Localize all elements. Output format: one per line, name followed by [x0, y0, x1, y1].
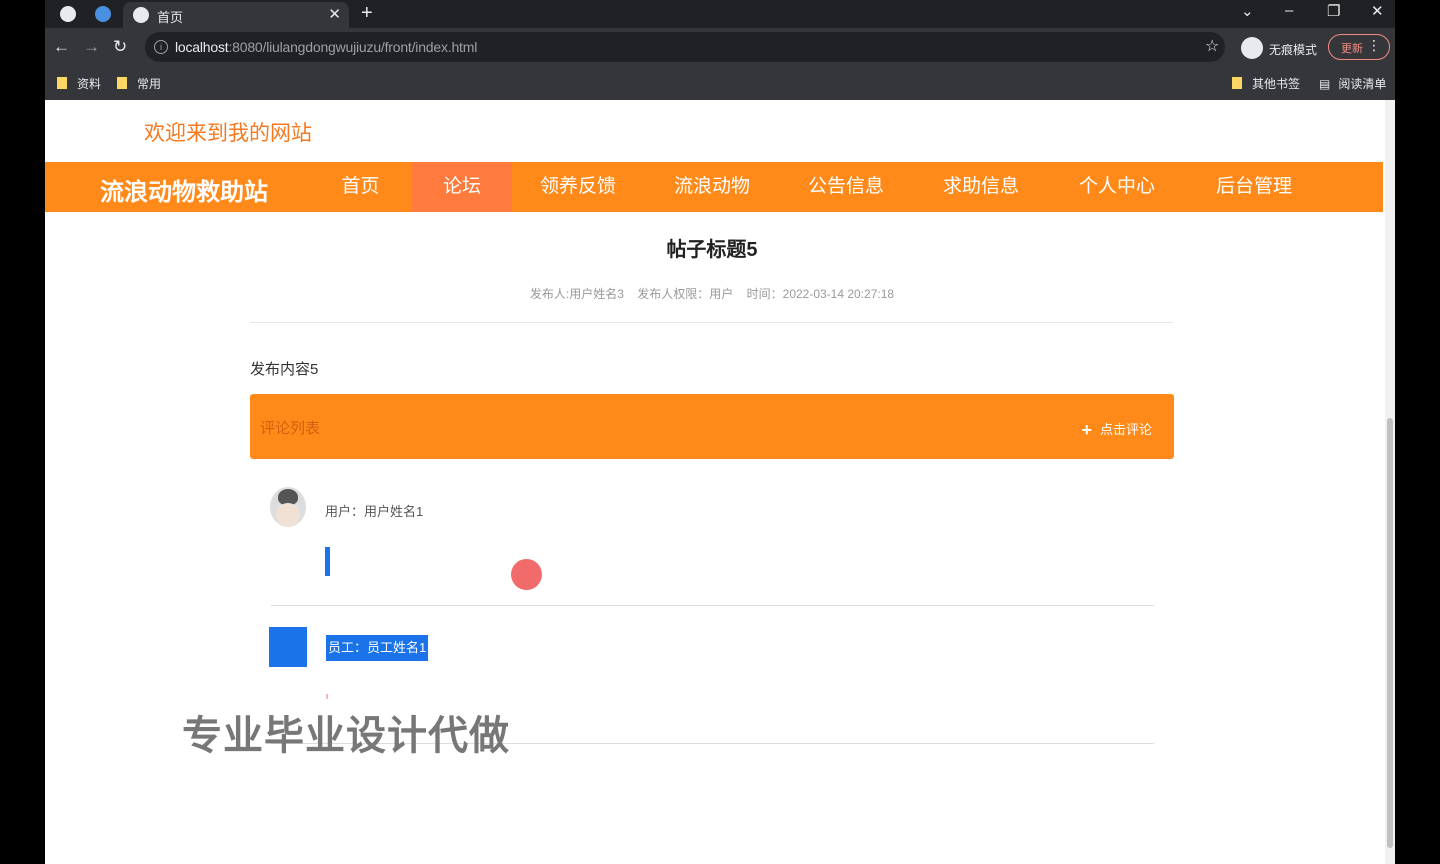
globe-icon	[133, 7, 149, 23]
window-close-icon[interactable]: ✕	[1371, 2, 1384, 20]
globe-icon[interactable]	[60, 6, 76, 22]
post-author: 发布人:用户姓名3	[529, 287, 624, 301]
add-comment-button[interactable]: + 点击评论	[1081, 419, 1152, 441]
avatar	[270, 487, 306, 527]
welcome-text: 欢迎来到我的网站	[144, 122, 312, 145]
site-title[interactable]: 流浪动物救助站	[100, 172, 268, 207]
reading-list-icon: ▤	[1319, 77, 1331, 91]
minimize-icon[interactable]: –	[1285, 2, 1293, 19]
folder-icon	[57, 77, 67, 89]
reload-icon[interactable]: ↻	[113, 37, 127, 57]
close-icon[interactable]: ✕	[328, 5, 341, 23]
address-bar[interactable]: i localhost:8080/liulangdongwujiuzu/fron…	[145, 32, 1225, 62]
post-time: 时间：2022-03-14 20:27:18	[746, 287, 895, 301]
nav-stray-animals[interactable]: 流浪动物	[662, 162, 762, 212]
post-meta: 发布人:用户姓名3 发布人权限：用户 时间：2022-03-14 20:27:1…	[45, 285, 1379, 302]
bookmark-folder-ziliao[interactable]: 资料	[57, 75, 101, 92]
folder-icon	[1232, 77, 1242, 89]
incognito-icon[interactable]	[1241, 37, 1263, 59]
chevron-down-icon[interactable]: ⌄	[1241, 2, 1254, 20]
bookmark-folder-changyong[interactable]: 常用	[117, 75, 161, 92]
nav-admin[interactable]: 后台管理	[1204, 162, 1304, 212]
more-vert-icon[interactable]: ⋮	[1367, 37, 1381, 54]
main-nav: 流浪动物救助站 首页 论坛 领养反馈 流浪动物 公告信息 求助信息 个人中心 后…	[45, 162, 1383, 212]
shirt-icon[interactable]	[95, 6, 111, 22]
nav-help-requests[interactable]: 求助信息	[931, 162, 1031, 212]
info-icon[interactable]: i	[154, 40, 168, 54]
page-content: 欢迎来到我的网站 流浪动物救助站 首页 论坛 领养反馈 流浪动物 公告信息 求助…	[45, 100, 1385, 864]
active-tab[interactable]: 首页 ✕	[123, 2, 349, 28]
bookmark-star-icon[interactable]: ☆	[1205, 36, 1219, 56]
comment-header-bar: 评论列表 + 点击评论	[250, 394, 1174, 459]
url-text: localhost:8080/liulangdongwujiuzu/front/…	[175, 39, 478, 55]
comment-user: 员工：员工姓名1	[326, 635, 429, 661]
comment-user: 用户：用户姓名1	[325, 504, 424, 519]
tab-bar: 首页 ✕ + ⌄ – ❐ ✕	[45, 0, 1395, 28]
folder-icon	[117, 77, 127, 89]
nav-adoption-feedback[interactable]: 领养反馈	[528, 162, 628, 212]
post-title: 帖子标题5	[666, 239, 758, 261]
plus-icon: +	[1081, 420, 1092, 440]
post-content: 发布内容5	[250, 361, 319, 378]
browser-window: 首页 ✕ + ⌄ – ❐ ✕ ← → ↻ i localhost:8080/li…	[45, 0, 1395, 864]
avatar	[269, 627, 307, 667]
comment-text-selection	[326, 694, 328, 699]
incognito-label: 无痕模式	[1269, 43, 1318, 57]
scrollbar-thumb[interactable]	[1387, 418, 1393, 848]
post-role: 发布人权限：用户	[637, 287, 734, 301]
update-button[interactable]: 更新 ⋮	[1328, 34, 1390, 60]
back-icon[interactable]: ←	[53, 37, 70, 57]
forward-icon[interactable]: →	[83, 37, 100, 57]
divider	[271, 605, 1154, 606]
page-scrollbar[interactable]	[1385, 100, 1395, 864]
nav-forum[interactable]: 论坛	[412, 162, 512, 212]
nav-home[interactable]: 首页	[323, 162, 398, 212]
mouse-cursor-highlight	[511, 559, 542, 590]
comment-text-selection	[325, 547, 330, 576]
new-tab-icon[interactable]: +	[361, 2, 373, 25]
tab-title: 首页	[157, 10, 184, 25]
restore-icon[interactable]: ❐	[1327, 2, 1340, 20]
reading-list[interactable]: ▤ 阅读清单	[1319, 75, 1386, 92]
bookmark-folder-other[interactable]: 其他书签	[1232, 75, 1300, 92]
bookmarks-bar: 资料 常用 其他书签 ▤ 阅读清单	[45, 66, 1395, 101]
update-label: 更新	[1341, 43, 1363, 55]
comment-list-title: 评论列表	[260, 420, 321, 437]
watermark: 专业毕业设计代做	[182, 714, 510, 758]
browser-toolbar: ← → ↻ i localhost:8080/liulangdongwujiuz…	[45, 28, 1395, 66]
divider	[250, 322, 1173, 323]
nav-announcements[interactable]: 公告信息	[796, 162, 896, 212]
nav-personal-center[interactable]: 个人中心	[1067, 162, 1167, 212]
